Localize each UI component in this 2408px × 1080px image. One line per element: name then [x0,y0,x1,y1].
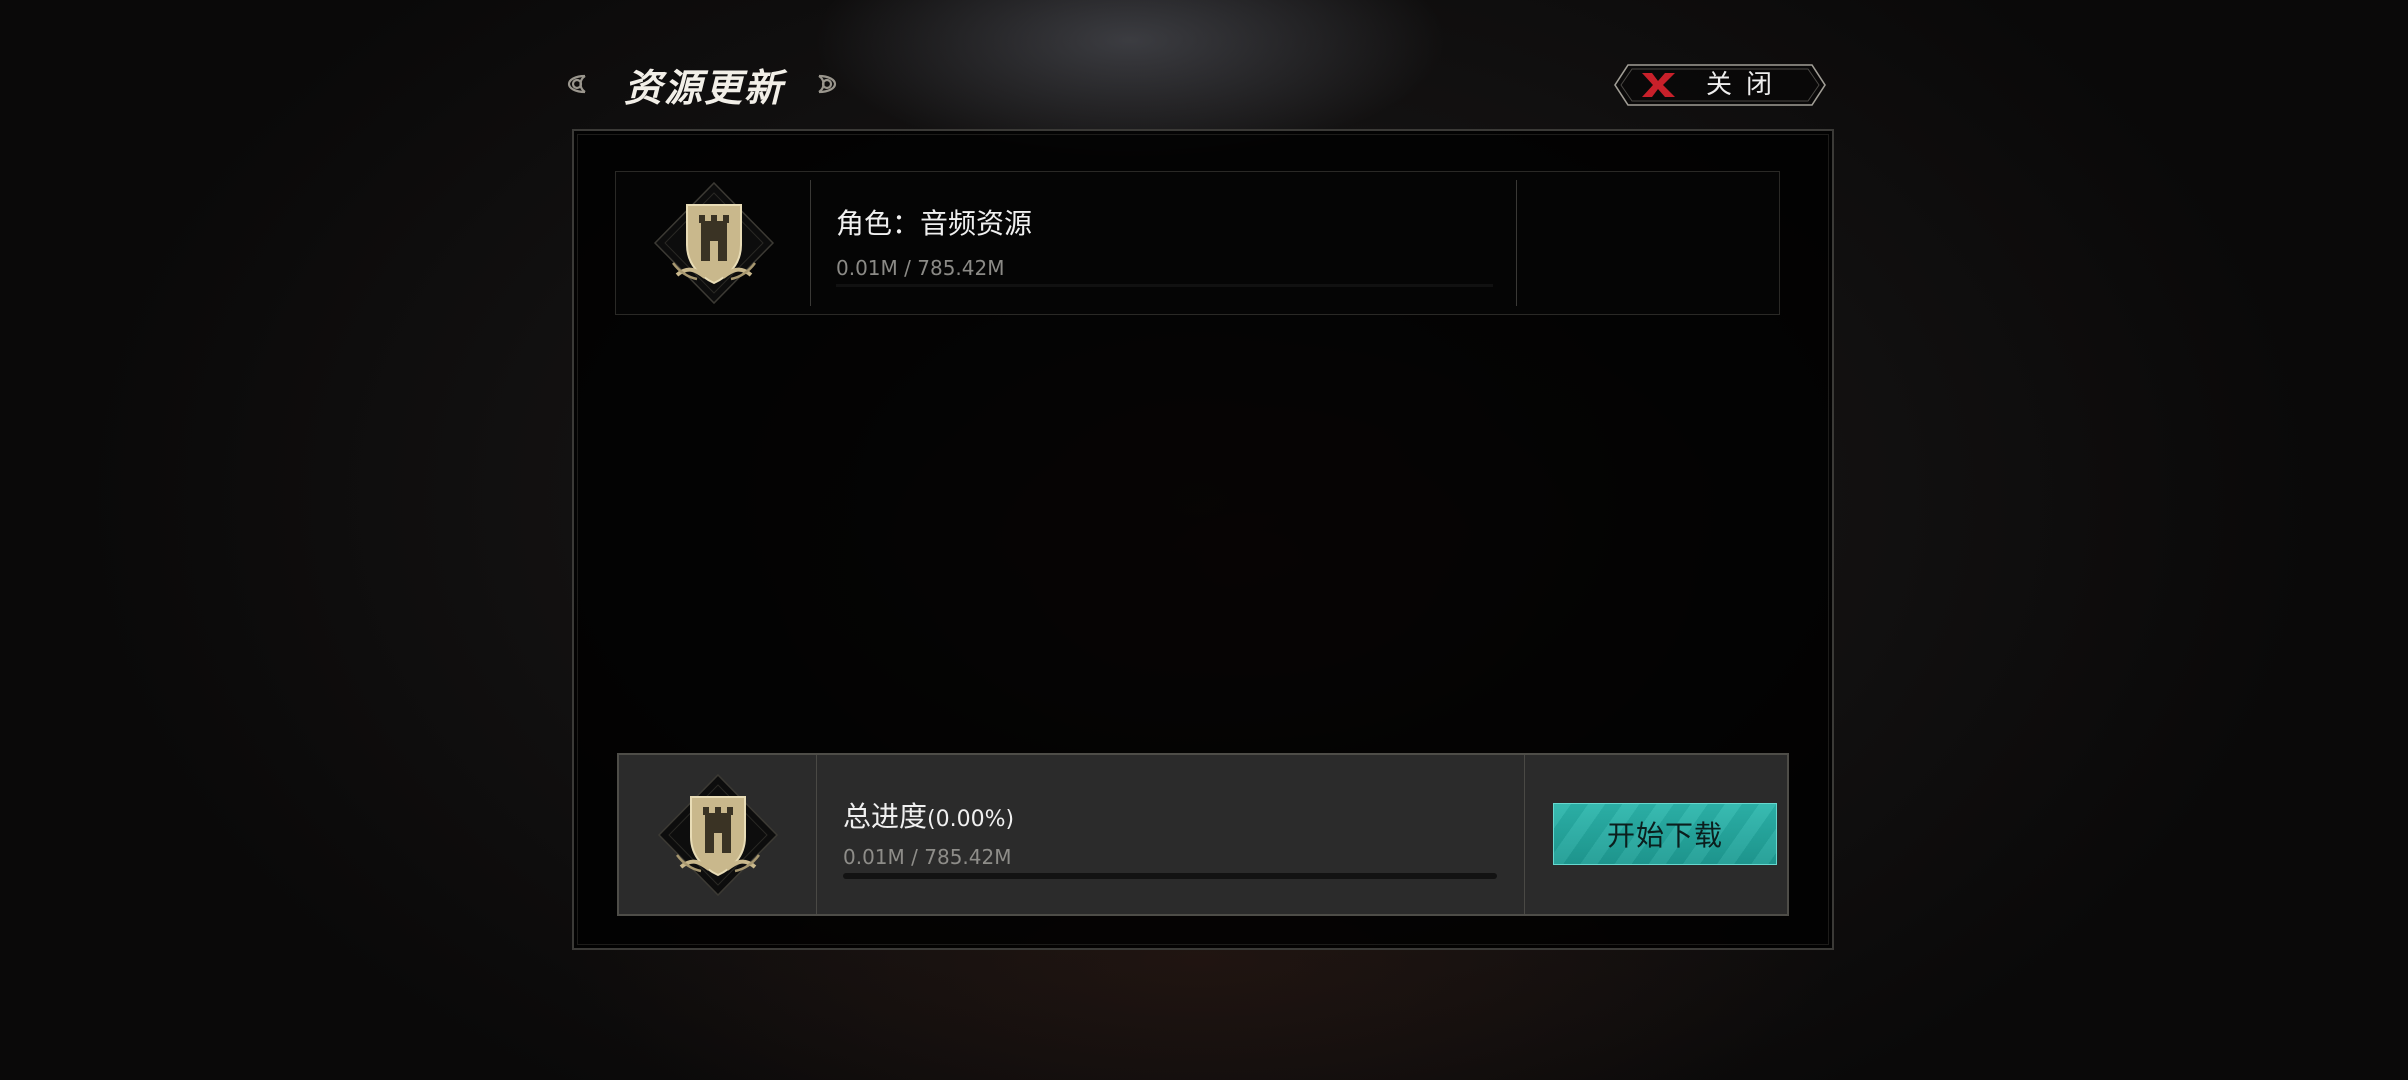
total-progress-title: 总进度(0.00%) [843,795,1014,835]
item-divider-left [810,180,811,306]
total-progress-panel: 总进度(0.00%) 0.01M / 785.42M 开始下载 [617,753,1789,916]
page-title: 资源更新 [624,64,785,110]
summary-divider-right [1524,755,1525,914]
triquetra-right-icon [810,67,844,101]
triquetra-left-icon [560,67,594,101]
item-name: 角色：音频资源 [836,207,1033,240]
summary-divider-left [816,755,817,914]
start-download-label: 开始下载 [1606,819,1723,852]
close-button[interactable]: 关闭 [1614,64,1826,106]
item-emblem-cell [616,172,811,314]
total-progress-bar [843,873,1497,879]
castle-shield-emblem-icon [653,181,774,305]
start-download-button[interactable]: 开始下载 [1553,803,1777,865]
summary-emblem-cell [619,755,817,914]
item-progress-bar [836,284,1493,287]
background-scene: 资源更新 关闭 角色：音频资源 0.01M / 785.42M 总进度(0.00… [0,0,2408,1080]
item-divider-right [1516,180,1517,306]
close-label: 关闭 [1706,70,1787,100]
total-progress-size: 0.01M / 785.42M [843,845,1012,869]
header: 资源更新 [560,56,844,112]
close-x-icon [1642,73,1675,97]
total-progress-label: 总进度 [843,800,928,833]
total-progress-percent: (0.00%) [927,807,1015,832]
item-size: 0.01M / 785.42M [836,256,1005,280]
list-item: 角色：音频资源 0.01M / 785.42M [615,171,1780,315]
castle-shield-emblem-icon [657,773,779,896]
